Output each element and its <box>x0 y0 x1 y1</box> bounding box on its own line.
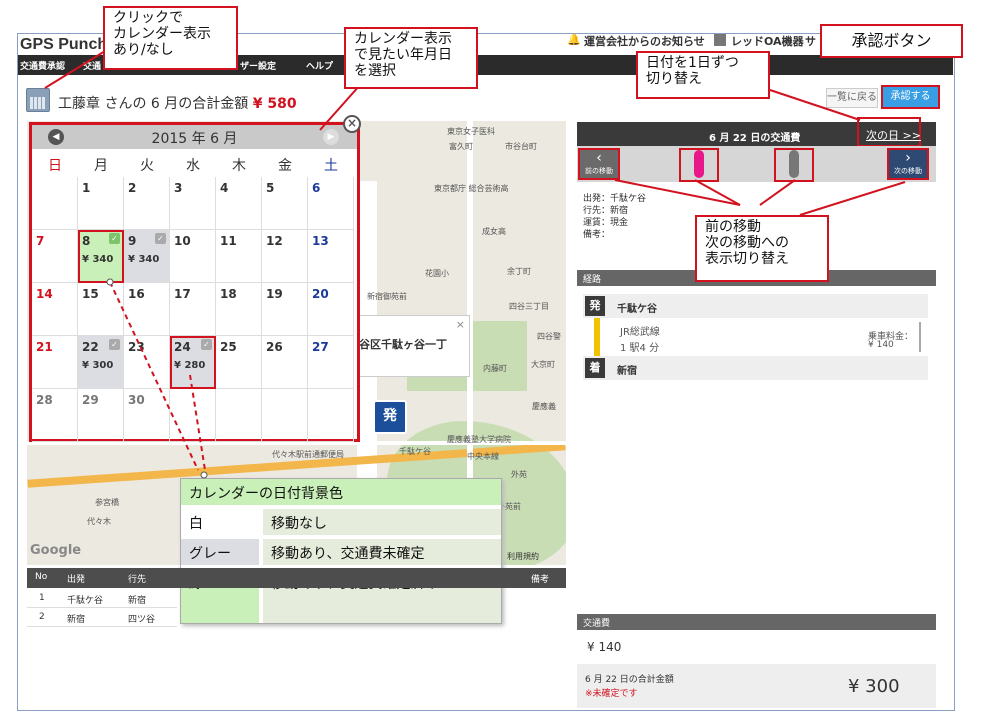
annotation-calendar-select: カレンダー表示 で見たい年月日 を選択 <box>344 27 478 89</box>
annotation-lines <box>44 47 906 479</box>
annotation-day-switch: 日付を1日ずつ 切り替え <box>636 51 770 99</box>
annotation-approve: 承認ボタン <box>820 24 963 58</box>
annotation-calendar-toggle: クリックで カレンダー表示 あり/なし <box>103 6 238 70</box>
annotation-move-switch: 前の移動 次の移動への 表示切り替え <box>695 215 829 282</box>
